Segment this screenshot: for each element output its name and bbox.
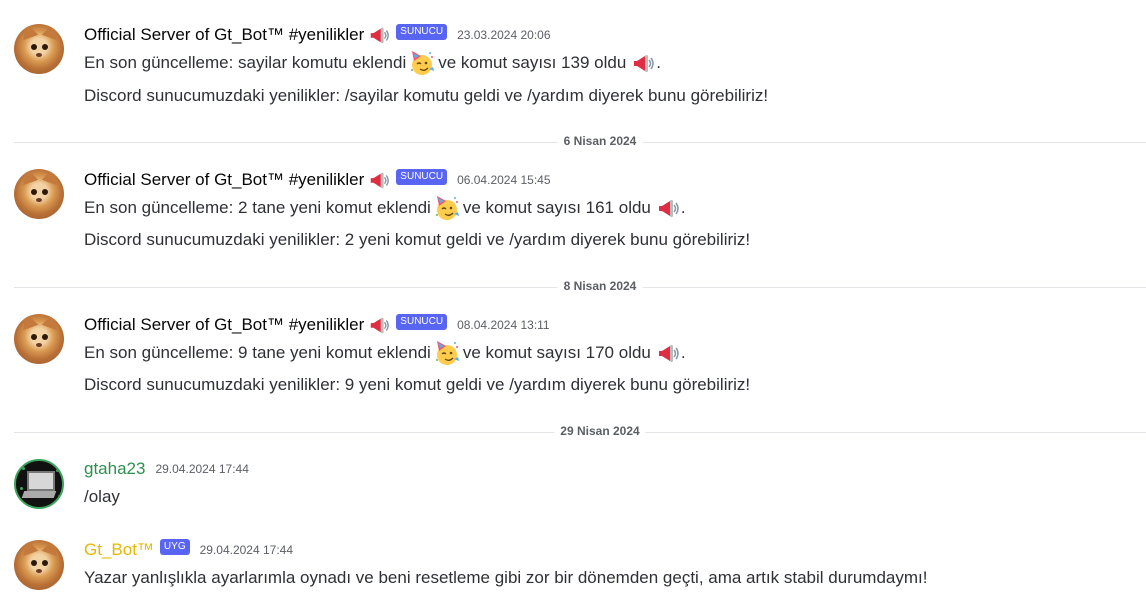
avatar[interactable] (14, 314, 64, 364)
message-text: En son güncelleme: 2 tane yeni komut ekl… (84, 198, 431, 217)
server-tag-badge: SUNUCU (396, 24, 448, 40)
partying-face-icon (434, 195, 460, 221)
message-text: ve komut sayısı 170 oldu (462, 343, 651, 362)
author-name[interactable]: Official Server of Gt_Bot™ #yenilikler (84, 25, 364, 45)
avatar[interactable] (14, 540, 64, 590)
megaphone-icon (630, 51, 656, 75)
timestamp: 29.04.2024 17:44 (155, 462, 249, 476)
author-name[interactable]: gtaha23 (84, 459, 145, 479)
date-divider-label: 8 Nisan 2024 (557, 279, 643, 293)
message-text: /olay (84, 487, 120, 506)
message-text: En son güncelleme: sayilar komutu eklend… (84, 53, 407, 72)
avatar[interactable] (14, 169, 64, 219)
megaphone-icon (655, 196, 681, 220)
author-name[interactable]: Gt_Bot™ (84, 540, 154, 560)
message-text: Discord sunucumuzdaki yenilikler: 2 yeni… (84, 230, 751, 249)
message-text: ve komut sayısı 139 oldu (438, 53, 627, 72)
app-tag-badge: UYG (159, 539, 190, 555)
timestamp: 23.03.2024 20:06 (457, 28, 551, 42)
message-text: ve komut sayısı 161 oldu (462, 198, 651, 217)
avatar[interactable] (14, 24, 64, 74)
author-name[interactable]: Official Server of Gt_Bot™ #yenilikler (84, 170, 364, 190)
megaphone-icon (368, 169, 390, 191)
message-text: Yazar yanlışlıkla ayarlarımla oynadı ve … (84, 568, 928, 587)
message-content: En son güncelleme: 9 tane yeni komut ekl… (84, 340, 686, 366)
avatar[interactable] (14, 459, 64, 509)
message-text: Discord sunucumuzdaki yenilikler: /sayil… (84, 86, 769, 105)
partying-face-icon (409, 50, 435, 76)
timestamp: 06.04.2024 15:45 (457, 173, 551, 187)
server-tag-badge: SUNUCU (396, 314, 448, 330)
timestamp: 29.04.2024 17:44 (199, 543, 294, 557)
partying-face-icon (434, 340, 460, 366)
megaphone-icon (655, 341, 681, 365)
timestamp: 08.04.2024 13:11 (457, 318, 550, 332)
message-text: En son güncelleme: 9 tane yeni komut ekl… (84, 343, 431, 362)
message-text: Discord sunucumuzdaki yenilikler: 9 yeni… (84, 375, 751, 394)
megaphone-icon (368, 314, 390, 336)
date-divider-label: 29 Nisan 2024 (554, 424, 646, 438)
megaphone-icon (368, 24, 390, 46)
server-tag-badge: SUNUCU (396, 169, 448, 185)
message-content: En son güncelleme: sayilar komutu eklend… (84, 50, 661, 76)
date-divider-label: 6 Nisan 2024 (557, 134, 643, 148)
message-content: En son güncelleme: 2 tane yeni komut ekl… (84, 195, 686, 221)
author-name[interactable]: Official Server of Gt_Bot™ #yenilikler (84, 315, 364, 335)
